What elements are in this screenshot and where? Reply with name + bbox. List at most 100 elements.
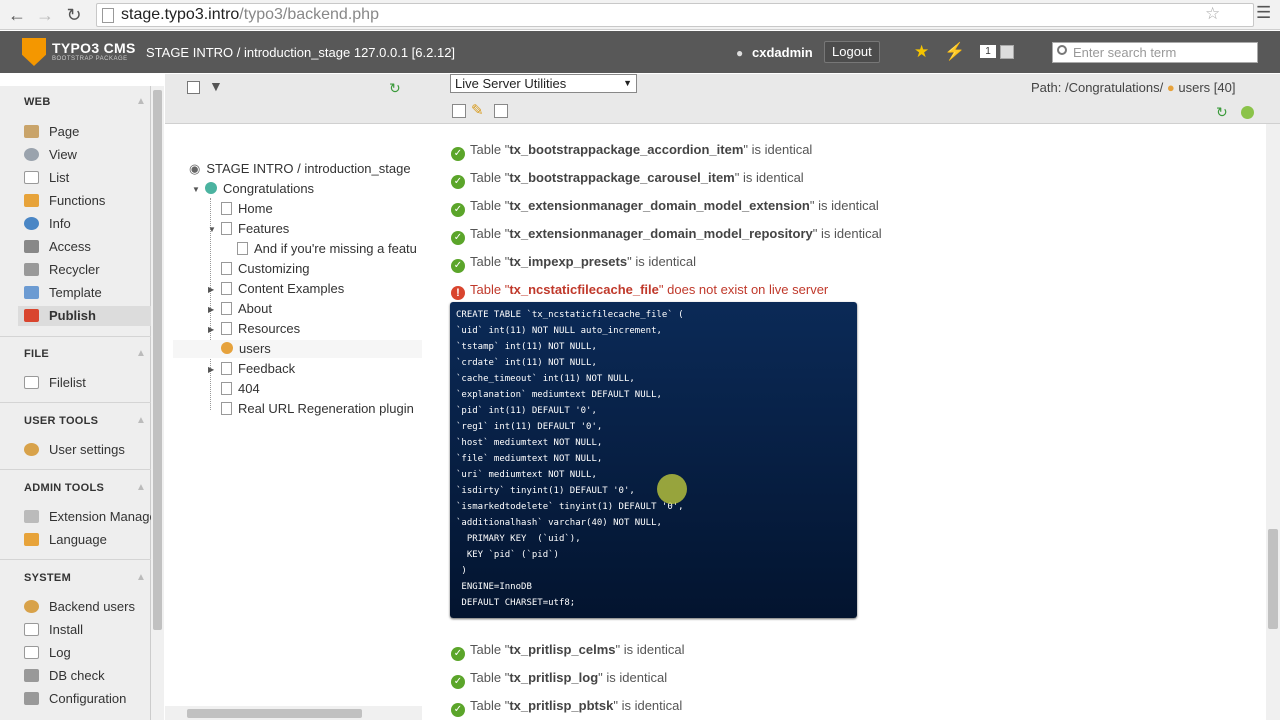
collapse-arrow-icon[interactable]: ▼ [192,185,200,194]
logo-subtitle: BOOTSTRAP PACKAGE [52,56,128,62]
collapse-icon[interactable]: ▲ [136,415,146,426]
table-missing-row: ! Table "tx_ncstaticfilecache_file" does … [451,282,828,300]
open-docs-count[interactable]: 1 [980,45,996,58]
edit-pencil-icon[interactable]: ✎ [471,101,484,119]
page-icon [221,302,232,315]
view-page-icon[interactable] [452,104,466,118]
browser-menu-icon[interactable]: ☰ [1256,3,1271,23]
group-admin-tools[interactable]: ADMIN TOOLS [24,482,104,494]
tree-horizontal-scrollbar[interactable] [165,706,422,720]
table-status-row: ✓ Table "tx_extensionmanager_domain_model… [451,226,882,245]
tree-node-home[interactable]: Home [221,200,273,218]
tree-node-customizing[interactable]: Customizing [221,260,310,278]
module-list[interactable]: List [24,168,154,188]
site-name: STAGE INTRO / introduction_stage 127.0.0… [146,45,456,60]
folder-icon [24,376,39,389]
open-documents-icon[interactable] [1000,45,1014,59]
module-user-settings[interactable]: User settings [24,440,154,460]
page-properties-icon[interactable] [494,104,508,118]
tree-node-content-examples[interactable]: Content Examples [221,280,344,298]
username[interactable]: cxdadmin [752,45,813,60]
check-icon: ✓ [451,675,465,689]
scrollbar-thumb[interactable] [1268,529,1278,629]
tree-node-users[interactable]: users [173,340,422,358]
module-info[interactable]: Info [24,214,154,234]
tree-node-feedback[interactable]: Feedback [221,360,295,378]
collapse-icon[interactable]: ▲ [136,572,146,583]
new-page-icon[interactable] [187,81,200,94]
tree-node-about[interactable]: About [221,300,272,318]
user-folder-icon [221,342,233,354]
language-icon [24,533,39,546]
address-bar[interactable]: stage.typo3.intro/typo3/backend.php [96,3,1254,27]
recycler-icon [24,263,39,276]
search-input[interactable]: Enter search term [1052,42,1258,63]
refresh-tree-icon[interactable]: ↻ [389,80,401,97]
module-recycler[interactable]: Recycler [24,260,154,280]
check-icon: ✓ [451,203,465,217]
expand-arrow-icon[interactable]: ▶ [208,305,214,314]
sql-line: KEY `pid` (`pid`) [456,550,559,560]
expand-arrow-icon[interactable]: ▶ [208,365,214,374]
module-backend-users[interactable]: Backend users [24,597,154,617]
sql-line: `file` mediumtext NOT NULL, [456,454,603,464]
forward-icon[interactable]: → [34,4,56,26]
tree-root[interactable]: ◉ STAGE INTRO / introduction_stage [189,160,411,178]
page-icon [221,222,232,235]
expand-arrow-icon[interactable]: ▶ [208,285,214,294]
clear-cache-flash-icon[interactable]: ⚡ [944,42,965,62]
collapse-icon[interactable]: ▲ [136,482,146,493]
search-icon [1057,45,1067,55]
sql-line: `host` mediumtext NOT NULL, [456,438,603,448]
group-user-tools[interactable]: USER TOOLS [24,415,98,427]
module-language[interactable]: Language [24,530,154,550]
check-icon: ✓ [451,231,465,245]
module-template[interactable]: Template [24,283,154,303]
group-file[interactable]: FILE [24,348,49,360]
expand-arrow-icon[interactable]: ▶ [208,325,214,334]
new-record-icon[interactable] [1241,106,1254,119]
tree-node-congratulations[interactable]: Congratulations [205,180,314,198]
refresh-icon[interactable]: ↻ [1216,104,1228,121]
group-system[interactable]: SYSTEM [24,572,71,584]
filter-icon[interactable]: ▼ [209,78,223,94]
sql-line: DEFAULT CHARSET=utf8; [456,598,576,608]
tree-node-404[interactable]: 404 [221,380,260,398]
scrollbar-thumb[interactable] [153,90,162,630]
url-host: stage.typo3.intro [121,6,240,23]
module-functions[interactable]: Functions [24,191,154,211]
tree-node-features[interactable]: Features [221,220,289,238]
table-status-row: ✓ Table "tx_extensionmanager_domain_model… [451,198,879,217]
module-view[interactable]: View [24,145,154,165]
content-scrollbar[interactable] [1266,124,1280,720]
reload-icon[interactable]: ↻ [63,4,85,26]
function-select[interactable]: Live Server Utilities ▼ [450,74,637,93]
table-status-row: ✓ Table "tx_pritlisp_log" is identical [451,670,667,689]
table-status-row: ✓ Table "tx_pritlisp_pbtsk" is identical [451,698,682,717]
tree-node-resources[interactable]: Resources [221,320,300,338]
extension-icon [24,510,39,523]
module-page[interactable]: Page [24,122,154,142]
logout-button[interactable]: Logout [824,41,880,63]
module-access[interactable]: Access [24,237,154,257]
template-icon [24,286,39,299]
module-log[interactable]: Log [24,643,154,663]
module-install[interactable]: Install [24,620,154,640]
collapse-arrow-icon[interactable]: ▼ [208,225,216,234]
collapse-icon[interactable]: ▲ [136,96,146,107]
module-filelist[interactable]: Filelist [24,373,154,393]
scrollbar-thumb[interactable] [187,709,362,718]
module-configuration[interactable]: Configuration [24,689,154,709]
module-publish[interactable]: Publish [18,306,151,326]
check-icon: ✓ [451,147,465,161]
module-db-check[interactable]: DB check [24,666,154,686]
bookmark-star-icon[interactable]: ☆ [1205,4,1220,24]
module-menu-scrollbar[interactable] [151,86,164,720]
back-icon[interactable]: ← [6,4,28,26]
tree-node-missing-feature[interactable]: And if you're missing a featu [237,240,417,258]
module-extension-manager[interactable]: Extension Manager [24,507,154,527]
collapse-icon[interactable]: ▲ [136,348,146,359]
bookmarks-star-icon[interactable]: ★ [914,42,929,62]
tree-node-realurl[interactable]: Real URL Regeneration plugin [221,400,414,418]
group-web[interactable]: WEB [24,96,51,108]
